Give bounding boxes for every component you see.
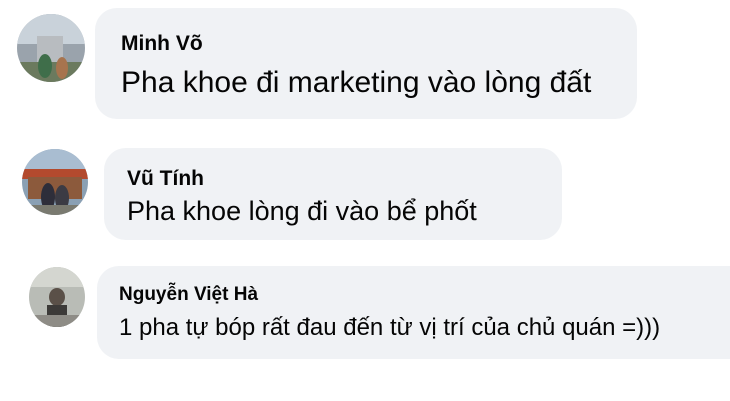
comment-text: Pha khoe đi marketing vào lòng đất xyxy=(121,66,592,99)
user-avatar-icon[interactable] xyxy=(17,14,85,82)
comment-bubble: Nguyễn Việt Hà 1 pha tự bóp rất đau đến … xyxy=(97,266,730,359)
comment-text: 1 pha tự bóp rất đau đến từ vị trí của c… xyxy=(119,314,661,341)
comment-author[interactable]: Nguyễn Việt Hà xyxy=(119,284,258,306)
comment-bubble: Vũ Tính Pha khoe lòng đi vào bể phốt xyxy=(104,148,562,240)
user-avatar-icon[interactable] xyxy=(22,149,88,215)
comment-author[interactable]: Minh Võ xyxy=(121,32,203,56)
comment-text: Pha khoe lòng đi vào bể phốt xyxy=(127,196,477,226)
user-avatar-icon[interactable] xyxy=(29,267,85,327)
comment-bubble: Minh Võ Pha khoe đi marketing vào lòng đ… xyxy=(95,8,637,119)
comment-author[interactable]: Vũ Tính xyxy=(127,167,204,191)
